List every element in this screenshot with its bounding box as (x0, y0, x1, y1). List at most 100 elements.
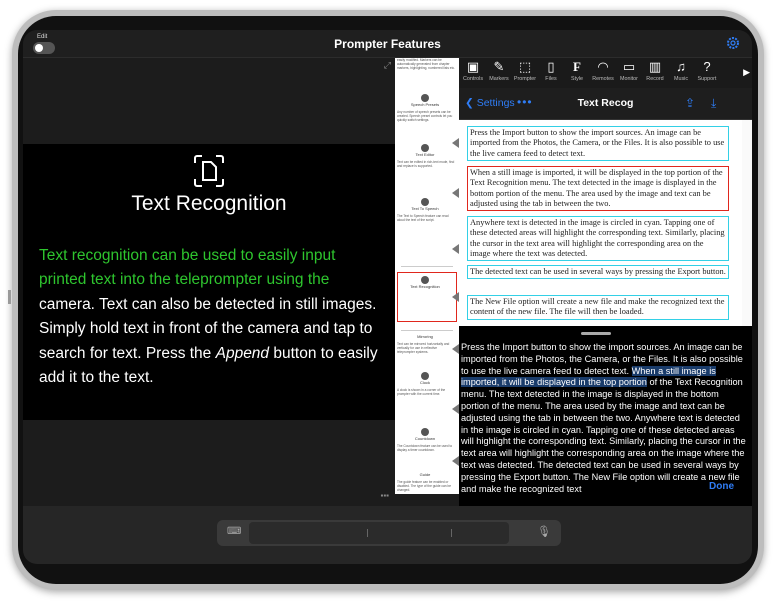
description-italic: Append (215, 344, 270, 362)
detected-text-area[interactable]: The detected text can be used in several… (467, 265, 729, 280)
thumb-marker (452, 244, 459, 254)
clock-icon (421, 372, 429, 380)
thumb-label-text-editor[interactable]: Text Editor (395, 152, 455, 157)
tool-prompter[interactable]: ⬚ Prompter (513, 58, 537, 88)
thumb-snippet: A clock is shown in a corner of the prom… (397, 388, 446, 396)
thumb-snippet: Text can be edited in rich-text mode, fi… (397, 160, 455, 168)
music-icon: ♫ (676, 59, 686, 74)
text-editor-icon (421, 144, 429, 152)
thumb-marker (452, 188, 459, 198)
resize-handle[interactable] (581, 332, 611, 335)
tool-support[interactable]: ? Support (695, 58, 719, 88)
tool-label: Controls (462, 76, 484, 82)
thumb-marker (452, 456, 459, 466)
settings-panel: ▣ Controls ✎ Markers ⬚ Prompter ▯ Files F Sty… (459, 58, 752, 506)
tool-label: Monitor (620, 76, 638, 82)
side-button (8, 290, 11, 304)
title-bar: Edit Prompter Features (23, 30, 752, 58)
font-icon: F (573, 59, 581, 74)
import-icon[interactable]: ⤓ (711, 96, 716, 111)
tool-files[interactable]: ▯ Files (539, 58, 563, 88)
done-button[interactable]: Done (709, 481, 734, 492)
text-to-speech-icon (421, 198, 429, 206)
detected-text-editor[interactable]: Press the Import button to show the impo… (459, 326, 752, 506)
thumb-scroll-preview (395, 494, 459, 506)
detected-text-area-selected[interactable]: When a still image is imported, it will … (467, 166, 729, 212)
thumb-marker (452, 344, 459, 354)
tool-label: Files (545, 76, 557, 82)
thumb-snippet: The Text to Speech feature can read alou… (397, 214, 449, 222)
thumb-snippet: easily modified. Markers can be automati… (397, 58, 455, 70)
feature-title: Text Recognition (131, 192, 287, 215)
tool-label: Support (697, 76, 717, 82)
tool-label: Remotes (592, 76, 614, 82)
nav-title: Text Recog (577, 97, 634, 109)
text-recognition-thumb-icon (421, 276, 429, 284)
divider (401, 266, 453, 267)
keyboard-bar: ⌨ 🎙 (23, 506, 752, 564)
divider (367, 529, 368, 537)
app-screen: Edit Prompter Features ⤢ Text Recognitio… (23, 30, 752, 564)
prompter-icon: ⬚ (518, 59, 532, 74)
detected-text-area[interactable]: Anywhere text is detected in the image i… (467, 216, 729, 262)
pen-icon: ✎ (493, 59, 505, 74)
microphone-icon[interactable]: 🎙 (537, 525, 551, 538)
preview-top-area: ⤢ (23, 58, 395, 144)
help-icon: ? (703, 59, 711, 74)
tool-label: Style (571, 76, 583, 82)
thumb-snippet: Text can be mirrored horizontally and ve… (397, 342, 450, 354)
feature-preview: ⤢ Text Recognition Text recognition can … (23, 58, 395, 506)
gear-icon[interactable] (724, 35, 742, 53)
feature-thumbnails[interactable]: easily modified. Markers can be automati… (395, 58, 459, 506)
thumb-marker (452, 138, 459, 148)
editor-text[interactable]: Press the Import button to show the impo… (461, 342, 749, 495)
tool-label: Prompter (513, 76, 537, 82)
keyboard-shortcut-bar: ⌨ 🎙 (217, 520, 561, 546)
thumb-marker (452, 404, 459, 414)
editor-text-part: of the Text Recognition menu. The text d… (461, 377, 746, 494)
file-icon: ▯ (547, 59, 555, 74)
tool-markers[interactable]: ✎ Markers (487, 58, 511, 88)
thumb-label-clock[interactable]: Clock (395, 380, 455, 385)
feature-description: Text recognition can be used to easily i… (39, 244, 387, 390)
tool-remotes[interactable]: ◠ Remotes (591, 58, 615, 88)
scroll-right-icon[interactable]: ▶ (743, 67, 750, 78)
speech-presets-icon (421, 94, 429, 102)
keyboard-icon[interactable]: ⌨ (227, 526, 241, 537)
detected-text-area[interactable]: Press the Import button to show the impo… (467, 126, 729, 161)
grid-icon[interactable]: ▪▪▪ (380, 491, 389, 500)
tool-label: Music (673, 76, 689, 82)
thumb-label-countdown[interactable]: Countdown (395, 436, 455, 441)
divider (451, 529, 452, 537)
thumb-label-guide[interactable]: Guide (395, 472, 455, 477)
share-icon[interactable]: ⇪ (685, 96, 695, 110)
description-green: Text recognition can be used to easily i… (39, 247, 336, 289)
preview-bottom-area: ▪▪▪ (23, 420, 395, 506)
tool-label: Record (646, 76, 664, 82)
tool-strip: ▣ Controls ✎ Markers ⬚ Prompter ▯ Files F Sty… (459, 58, 752, 88)
text-recognition-icon (194, 155, 224, 187)
tool-controls[interactable]: ▣ Controls (461, 58, 485, 88)
thumb-label-text-recognition[interactable]: Text Recognition (395, 284, 455, 289)
imported-image: Press the Import button to show the impo… (459, 120, 752, 326)
thumb-label-speech-presets[interactable]: Speech Presets (395, 102, 455, 107)
thumb-snippet: The guide feature can be enabled or disa… (397, 480, 451, 492)
tool-music[interactable]: ♫ Music (669, 58, 693, 88)
thumb-marker (452, 292, 459, 302)
tool-style[interactable]: F Style (565, 58, 589, 88)
divider (401, 330, 453, 331)
thumb-label-text-to-speech[interactable]: Text To Speech (395, 206, 455, 211)
expand-icon[interactable]: ⤢ (384, 60, 391, 71)
tool-record[interactable]: ▥ Record (643, 58, 667, 88)
window-title: Prompter Features (334, 37, 441, 51)
thumb-snippet: Any number of speech presets can be crea… (397, 110, 453, 122)
nav-bar: ❮ Settings ••• Text Recog ⇪ ⤓ (459, 88, 752, 120)
monitor-icon: ▭ (622, 59, 636, 74)
input-field[interactable] (249, 522, 509, 544)
detected-text-area[interactable]: The New File option will create a new fi… (467, 295, 729, 320)
countdown-icon (421, 428, 429, 436)
thumb-label-mirroring[interactable]: Mirroring (395, 334, 455, 339)
tool-monitor[interactable]: ▭ Monitor (617, 58, 641, 88)
thumb-snippet: The Countdown feature can be used to dis… (397, 444, 453, 452)
wifi-icon: ◠ (597, 59, 609, 74)
